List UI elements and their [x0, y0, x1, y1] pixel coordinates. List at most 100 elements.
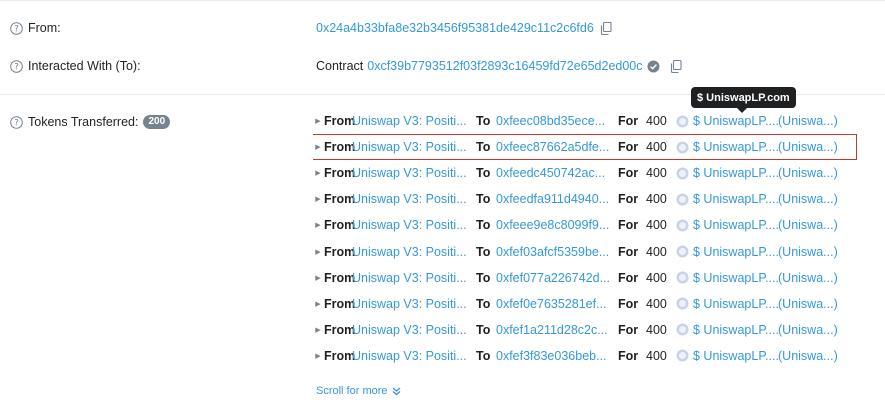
transfer-amount: 400 — [646, 322, 667, 337]
transfer-from-link[interactable]: Uniswap V3: Positi... — [352, 140, 476, 154]
token-name-link[interactable]: $ UniswapLP.... — [693, 140, 778, 154]
token-name-link[interactable]: $ UniswapLP.... — [693, 297, 778, 311]
transfer-to-link[interactable]: 0xfef077a226742d... — [496, 271, 618, 285]
token-name-link[interactable]: $ UniswapLP.... — [693, 218, 778, 232]
transfer-from-link[interactable]: Uniswap V3: Positi... — [352, 349, 476, 363]
caret-right-icon[interactable]: ▶ — [313, 352, 323, 360]
copy-icon[interactable] — [600, 21, 612, 35]
transfer-to-keyword: To — [476, 296, 491, 311]
transfer-from-link[interactable]: Uniswap V3: Positi... — [352, 323, 476, 337]
transfer-from-link[interactable]: Uniswap V3: Positi... — [352, 114, 476, 128]
interacted-label: ? Interacted With (To): — [10, 59, 141, 73]
from-value: 0x24a4b33bfa8e32b3456f95381de429c11c2c6f… — [316, 21, 612, 35]
token-symbol-link[interactable]: (Uniswa...) — [778, 297, 848, 311]
contract-prefix: Contract — [316, 59, 364, 73]
transfer-amount: 400 — [646, 192, 667, 207]
token-name-link[interactable]: $ UniswapLP.... — [693, 192, 778, 206]
transfer-to-link[interactable]: 0xfef3f83e036beb... — [496, 349, 618, 363]
transfer-to-link[interactable]: 0xfeec87662a5dfe... — [496, 140, 618, 154]
transfer-for-keyword: For — [618, 322, 639, 337]
caret-right-icon[interactable]: ▶ — [313, 300, 323, 308]
transfer-to-keyword: To — [476, 218, 491, 233]
caret-right-icon[interactable]: ▶ — [313, 326, 323, 334]
transfer-from-link[interactable]: Uniswap V3: Positi... — [352, 245, 476, 259]
caret-right-icon[interactable]: ▶ — [313, 274, 323, 282]
token-icon — [676, 271, 689, 284]
transfer-to-link[interactable]: 0xfef03afcf5359be... — [496, 245, 618, 259]
token-symbol-link[interactable]: (Uniswa...) — [778, 218, 848, 232]
transfer-to-link[interactable]: 0xfeedc450742ac... — [496, 166, 618, 180]
token-symbol-link[interactable]: (Uniswa...) — [778, 271, 848, 285]
token-transfer-row: ▶ From Uniswap V3: Positi... To 0xfeee9e8c80… — [313, 213, 858, 237]
token-name-link[interactable]: $ UniswapLP.... — [693, 349, 778, 363]
interacted-label-text: Interacted With (To): — [28, 59, 141, 73]
transfer-from-link[interactable]: Uniswap V3: Positi... — [352, 271, 476, 285]
question-circle-icon: ? — [10, 21, 23, 35]
contract-address-link[interactable]: 0xcf39b7793512f03f2893c16459fd72e65d2ed0… — [367, 59, 642, 73]
transfer-from-keyword: From — [324, 348, 356, 363]
transfer-amount: 400 — [646, 166, 667, 181]
token-transfer-row: ▶ From Uniswap V3: Positi... To 0xfef077a226… — [313, 266, 858, 290]
transfer-for-keyword: For — [618, 348, 639, 363]
row-divider — [0, 0, 885, 1]
token-icon — [676, 245, 689, 258]
token-transfer-list[interactable]: ▶ From Uniswap V3: Positi... To 0xfeec08bd35… — [313, 109, 873, 377]
transfer-to-keyword: To — [476, 244, 491, 259]
svg-text:?: ? — [14, 24, 19, 34]
token-name-link[interactable]: $ UniswapLP.... — [693, 166, 778, 180]
transfer-to-link[interactable]: 0xfef0e7635281ef... — [496, 297, 618, 311]
from-label: ? From: — [10, 21, 61, 35]
transfer-to-keyword: To — [476, 322, 491, 337]
transfer-to-link[interactable]: 0xfeec08bd35ece... — [496, 114, 618, 128]
transfer-to-link[interactable]: 0xfeedfa911d4940... — [496, 192, 618, 206]
caret-right-icon[interactable]: ▶ — [313, 117, 323, 125]
token-symbol-link[interactable]: (Uniswa...) — [778, 349, 848, 363]
token-symbol-link[interactable]: (Uniswa...) — [778, 192, 848, 206]
token-name-link[interactable]: $ UniswapLP.... — [693, 245, 778, 259]
token-icon — [676, 115, 689, 127]
token-transfer-row: ▶ From Uniswap V3: Positi... To 0xfeec08bd35… — [313, 109, 858, 133]
token-symbol-link[interactable]: (Uniswa...) — [778, 114, 848, 128]
transfer-from-keyword: From — [324, 296, 356, 311]
token-name-link[interactable]: $ UniswapLP.... — [693, 114, 778, 128]
tokens-transferred-label-text: Tokens Transferred: — [28, 115, 139, 129]
transfer-to-keyword: To — [476, 166, 491, 181]
transfer-from-link[interactable]: Uniswap V3: Positi... — [352, 192, 476, 206]
token-symbol-link[interactable]: (Uniswa...) — [778, 245, 848, 259]
svg-text:?: ? — [14, 62, 19, 72]
caret-right-icon[interactable]: ▶ — [313, 169, 323, 177]
svg-text:?: ? — [14, 118, 19, 128]
transfer-amount: 400 — [646, 140, 667, 155]
token-name-link[interactable]: $ UniswapLP.... — [693, 323, 778, 337]
interacted-value: Contract 0xcf39b7793512f03f2893c16459fd7… — [316, 59, 682, 73]
transfer-from-link[interactable]: Uniswap V3: Positi... — [352, 166, 476, 180]
caret-right-icon[interactable]: ▶ — [313, 221, 323, 229]
transfer-from-keyword: From — [324, 114, 356, 128]
token-icon — [676, 141, 689, 154]
token-icon — [676, 193, 689, 206]
transfer-amount: 400 — [646, 348, 667, 363]
transfer-from-link[interactable]: Uniswap V3: Positi... — [352, 218, 476, 232]
transfer-from-link[interactable]: Uniswap V3: Positi... — [352, 297, 476, 311]
token-symbol-link[interactable]: (Uniswa...) — [778, 166, 848, 180]
transfer-to-keyword: To — [476, 270, 491, 285]
token-symbol-link[interactable]: (Uniswa...) — [778, 323, 848, 337]
transfer-for-keyword: For — [618, 218, 639, 233]
scroll-for-more-link[interactable]: Scroll for more — [316, 385, 401, 397]
from-address-link[interactable]: 0x24a4b33bfa8e32b3456f95381de429c11c2c6f… — [316, 21, 594, 35]
caret-right-icon[interactable]: ▶ — [313, 195, 323, 203]
transfer-to-link[interactable]: 0xfeee9e8c8099f9... — [496, 218, 618, 232]
token-transfer-row: ▶ From Uniswap V3: Positi... To 0xfef03afcf5… — [313, 240, 858, 264]
token-tooltip: $ UniswapLP.com — [691, 87, 796, 113]
caret-right-icon[interactable]: ▶ — [313, 248, 323, 256]
question-circle-icon: ? — [10, 115, 23, 129]
transfer-amount: 400 — [646, 270, 667, 285]
transfer-for-keyword: For — [618, 244, 639, 259]
copy-icon[interactable] — [670, 59, 682, 73]
transfer-for-keyword: For — [618, 270, 639, 285]
token-symbol-link[interactable]: (Uniswa...) — [778, 140, 848, 154]
token-transfer-row: ▶ From Uniswap V3: Positi... To 0xfef1a211d2… — [313, 318, 858, 342]
caret-right-icon[interactable]: ▶ — [313, 143, 323, 151]
transfer-to-link[interactable]: 0xfef1a211d28c2c... — [496, 323, 618, 337]
token-name-link[interactable]: $ UniswapLP.... — [693, 271, 778, 285]
